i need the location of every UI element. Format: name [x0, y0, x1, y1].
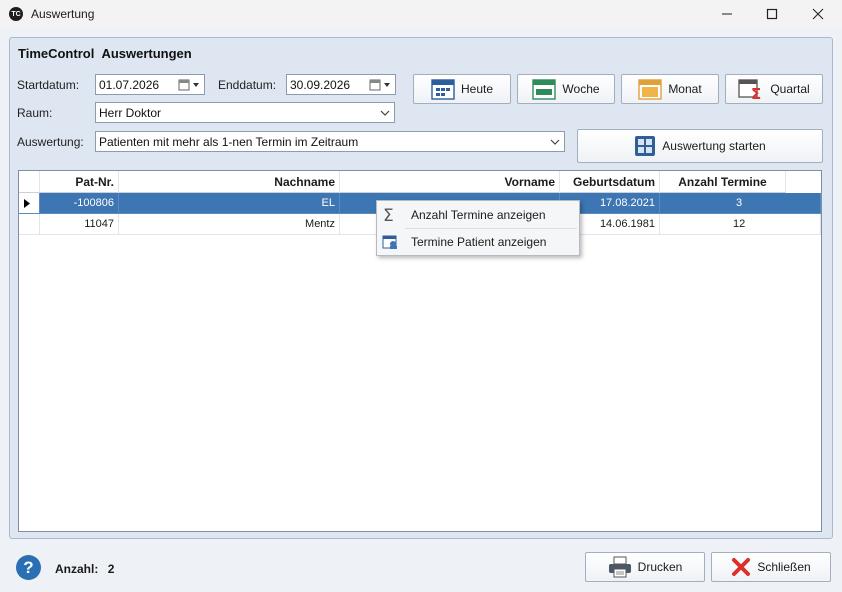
room-label: Raum:	[17, 106, 53, 120]
count-value: 2	[107, 562, 115, 576]
cell-pat-nr: 11047	[40, 214, 119, 235]
column-header-pat-nr[interactable]: Pat-Nr.	[40, 171, 119, 193]
week-button-label: Woche	[562, 82, 600, 96]
row-indicator	[19, 193, 40, 214]
menu-item-label: Termine Patient anzeigen	[411, 235, 547, 249]
column-header-geburtsdatum[interactable]: Geburtsdatum	[560, 171, 660, 193]
room-select[interactable]: Herr Doktor	[95, 102, 395, 123]
chevron-down-icon	[376, 103, 394, 122]
current-row-arrow-icon	[24, 198, 30, 208]
help-icon[interactable]: ?	[16, 555, 41, 580]
close-button-label: Schließen	[757, 560, 811, 574]
calendar-month-icon	[638, 79, 663, 100]
print-button-label: Drucken	[637, 560, 683, 574]
cell-anzahl-termine: 3	[660, 193, 821, 214]
app-logo-icon: TC	[9, 7, 23, 21]
today-button[interactable]: Heute	[413, 74, 511, 104]
cell-nachname: Mentz	[119, 214, 340, 235]
cell-nachname: EL	[119, 193, 340, 214]
result-count: Anzahl: 2	[55, 562, 114, 576]
column-header-vorname[interactable]: Vorname	[340, 171, 560, 193]
month-button[interactable]: Monat	[621, 74, 719, 104]
close-button[interactable]: Schließen	[711, 552, 831, 582]
month-button-label: Monat	[668, 82, 702, 96]
window-title: Auswertung	[31, 7, 95, 21]
sigma-icon: Σ	[377, 206, 403, 224]
close-window-button[interactable]	[795, 0, 841, 28]
close-icon	[812, 8, 824, 20]
menu-item-label: Anzahl Termine anzeigen	[411, 208, 546, 222]
printer-icon	[608, 556, 631, 578]
week-button[interactable]: Woche	[517, 74, 615, 104]
context-menu: Σ Anzahl Termine anzeigen Termine Patien…	[376, 200, 580, 256]
end-date-label: Enddatum:	[218, 78, 277, 92]
minimize-button[interactable]	[704, 0, 750, 28]
quarter-button-label: Quartal	[770, 82, 810, 96]
today-button-label: Heute	[460, 82, 494, 96]
room-value: Herr Doktor	[99, 105, 162, 120]
quarter-button[interactable]: Σ Quartal	[725, 74, 823, 104]
start-date-picker[interactable]: 01.07.2026	[95, 74, 205, 95]
calendar-patient-icon	[377, 234, 403, 250]
calendar-sum-icon: Σ	[738, 79, 762, 100]
chevron-down-icon	[546, 132, 564, 151]
evaluation-value: Patienten mit mehr als 1-nen Termin im Z…	[99, 134, 359, 149]
start-evaluation-label: Auswertung starten	[662, 139, 766, 153]
maximize-button[interactable]	[749, 0, 795, 28]
calendar-dropdown-icon[interactable]	[367, 75, 395, 94]
maximize-icon	[766, 8, 778, 20]
evaluation-label: Auswertung:	[17, 135, 84, 149]
evaluation-select[interactable]: Patienten mit mehr als 1-nen Termin im Z…	[95, 131, 565, 152]
cell-pat-nr: -100806	[40, 193, 119, 214]
calendar-dropdown-icon[interactable]	[176, 75, 204, 94]
start-date-label: Startdatum:	[17, 78, 80, 92]
row-indicator-header	[19, 171, 40, 193]
start-evaluation-button[interactable]: Auswertung starten	[577, 129, 823, 163]
end-date-picker[interactable]: 30.09.2026	[286, 74, 396, 95]
calendar-today-icon	[431, 79, 455, 100]
column-header-nachname[interactable]: Nachname	[119, 171, 340, 193]
calendar-week-icon	[532, 79, 557, 100]
column-header-anzahl-termine[interactable]: Anzahl Termine	[660, 171, 786, 193]
menu-item-show-patient-appointments[interactable]: Termine Patient anzeigen	[377, 229, 579, 255]
row-indicator	[19, 214, 40, 235]
cell-anzahl-termine: 12	[660, 214, 821, 235]
panel-title: TimeControl Auswertungen	[18, 46, 192, 61]
close-x-icon	[732, 558, 751, 576]
minimize-icon	[722, 13, 732, 15]
print-button[interactable]: Drucken	[585, 552, 705, 582]
svg-text:Σ: Σ	[751, 85, 761, 100]
calculator-icon	[635, 136, 656, 156]
start-date-value: 01.07.2026	[99, 77, 160, 92]
end-date-value: 30.09.2026	[290, 77, 351, 92]
count-label: Anzahl:	[55, 562, 99, 576]
svg-text:Σ: Σ	[383, 206, 394, 224]
menu-item-show-appointment-count[interactable]: Σ Anzahl Termine anzeigen	[377, 202, 579, 228]
